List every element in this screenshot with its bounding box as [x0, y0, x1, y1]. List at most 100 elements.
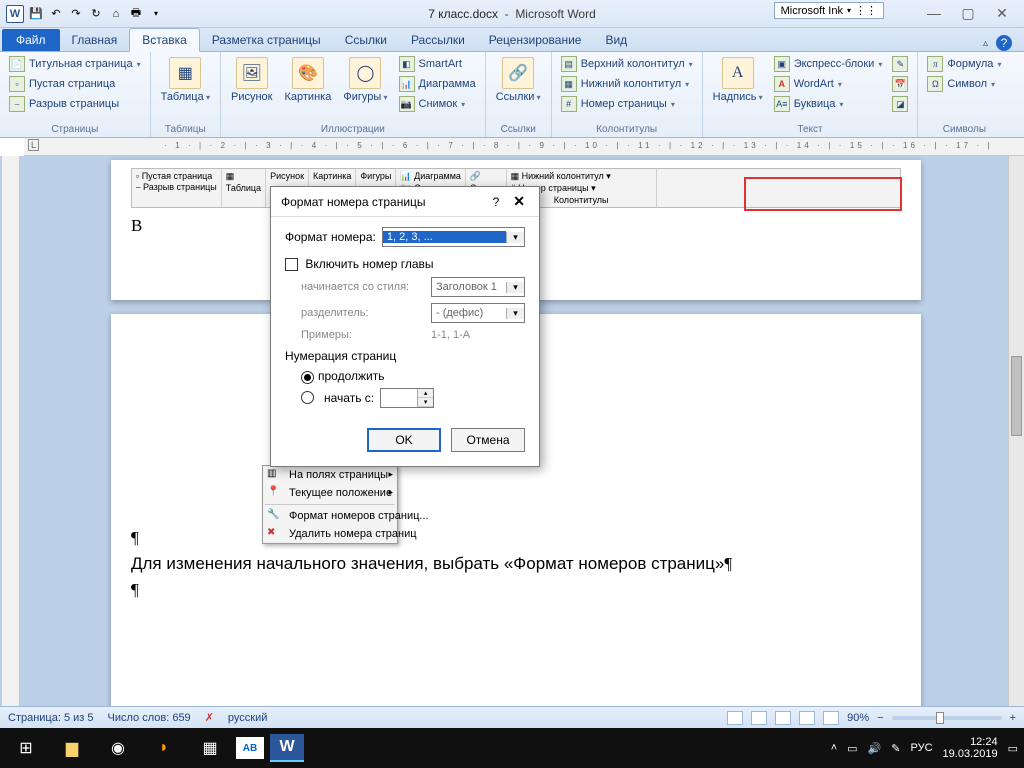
zoom-in-icon[interactable]: +	[1010, 712, 1016, 724]
dialog-title: Формат номера страницы	[281, 195, 426, 209]
tray-chevron-icon[interactable]: ˄	[831, 742, 837, 754]
vertical-ruler[interactable]	[2, 156, 20, 728]
status-word-count[interactable]: Число слов: 659	[108, 712, 191, 724]
dropcap-button[interactable]: A≡Буквица	[771, 95, 886, 113]
blank-page-button[interactable]: ▫Пустая страница	[6, 75, 144, 93]
view-fullscreen-icon[interactable]	[751, 711, 767, 725]
page-number-button[interactable]: #Номер страницы	[558, 95, 696, 113]
taskbar-app2-icon[interactable]: АВ	[236, 737, 264, 759]
wordart-button[interactable]: AWordArt	[771, 75, 886, 93]
horizontal-ruler[interactable]: L · 1 · | · 2 · | · 3 · | · 4 · | · 5 · …	[24, 138, 1024, 156]
microsoft-ink-button[interactable]: Microsoft Ink▾⋮⋮	[774, 2, 884, 19]
refresh-icon[interactable]: ↻	[88, 6, 104, 22]
start-button[interactable]: ⊞	[6, 732, 46, 764]
ctx-current-position[interactable]: 📍Текущее положение	[263, 484, 397, 502]
group-headerfooter: ▤Верхний колонтитул ▦Нижний колонтитул #…	[552, 52, 703, 137]
ctx-remove-page-numbers[interactable]: ✖Удалить номера страниц	[263, 525, 397, 543]
zoom-out-icon[interactable]: −	[877, 712, 883, 724]
vertical-scrollbar[interactable]	[1008, 156, 1024, 728]
minimize-icon[interactable]: —	[924, 5, 944, 22]
ok-button[interactable]: OK	[367, 428, 441, 452]
home-icon[interactable]: ⌂	[108, 6, 124, 22]
taskbar-clock[interactable]: 12:2419.03.2019	[943, 736, 998, 760]
tab-file[interactable]: Файл	[2, 29, 60, 51]
window-controls: — ▢ ✕	[924, 5, 1024, 22]
qat-more-icon[interactable]: ▾	[148, 6, 164, 22]
tray-network-icon[interactable]: ▭	[847, 742, 857, 755]
windows-taskbar: ⊞ ▆ ◉ ◗ ▦ АВ W ˄ ▭ 🔊 ✎ РУС 12:2419.03.20…	[0, 728, 1024, 768]
dialog-help-icon[interactable]: ?	[493, 195, 500, 209]
tab-home[interactable]: Главная	[60, 29, 130, 51]
number-format-combo[interactable]: 1, 2, 3, ...▾	[382, 227, 525, 247]
chart-button[interactable]: 📊Диаграмма	[396, 75, 479, 93]
zoom-slider[interactable]	[892, 716, 1002, 720]
start-at-radio[interactable]	[301, 391, 314, 404]
tab-insert[interactable]: Вставка	[129, 28, 200, 52]
system-tray[interactable]: ˄ ▭ 🔊 ✎ РУС 12:2419.03.2019 ▭	[831, 736, 1018, 760]
tab-review[interactable]: Рецензирование	[477, 29, 594, 51]
numbering-group-label: Нумерация страниц	[285, 349, 525, 363]
close-icon[interactable]: ✕	[992, 5, 1012, 22]
footer-button[interactable]: ▦Нижний колонтитул	[558, 75, 696, 93]
dialog-close-icon[interactable]: ✕	[509, 193, 529, 210]
redo-icon[interactable]: ↷	[68, 6, 84, 22]
title-page-button[interactable]: 📄Титульная страница	[6, 55, 144, 73]
print-icon[interactable]: 🖶	[128, 6, 144, 22]
tray-volume-icon[interactable]: 🔊	[868, 742, 882, 755]
start-at-spinner[interactable]: ▴▾	[380, 388, 434, 408]
tab-view[interactable]: Вид	[593, 29, 639, 51]
taskbar-calc-icon[interactable]: ▦	[190, 732, 230, 764]
help-icon[interactable]: ?	[996, 35, 1012, 51]
taskbar-explorer-icon[interactable]: ▆	[52, 732, 92, 764]
continue-radio[interactable]	[301, 371, 314, 384]
status-page[interactable]: Страница: 5 из 5	[8, 712, 94, 724]
tab-selector[interactable]: L	[28, 139, 39, 151]
textbox-button[interactable]: AНадпись	[709, 55, 767, 105]
tab-references[interactable]: Ссылки	[333, 29, 399, 51]
cancel-button[interactable]: Отмена	[451, 428, 525, 452]
minimize-ribbon-icon[interactable]: ▵	[983, 38, 988, 49]
ctx-page-margins[interactable]: ▥На полях страницы	[263, 466, 397, 484]
object-icon[interactable]: ◪	[889, 95, 911, 113]
page-number-format-dialog: Формат номера страницы ? ✕ Формат номера…	[270, 186, 540, 467]
header-button[interactable]: ▤Верхний колонтитул	[558, 55, 696, 73]
view-outline-icon[interactable]	[799, 711, 815, 725]
status-language[interactable]: русский	[228, 712, 267, 724]
maximize-icon[interactable]: ▢	[958, 5, 978, 22]
include-chapter-label: Включить номер главы	[305, 257, 433, 271]
tray-notifications-icon[interactable]: ▭	[1008, 742, 1018, 755]
group-illustrations: 🖼Рисунок 🎨Картинка ◯Фигуры ◧SmartArt 📊Ди…	[221, 52, 486, 137]
shapes-button[interactable]: ◯Фигуры	[339, 55, 391, 105]
taskbar-word-icon[interactable]: W	[270, 734, 304, 762]
include-chapter-checkbox[interactable]	[285, 258, 298, 271]
taskbar-app1-icon[interactable]: ◗	[144, 732, 184, 764]
picture-button[interactable]: 🖼Рисунок	[227, 55, 277, 105]
view-print-layout-icon[interactable]	[727, 711, 743, 725]
clipart-button[interactable]: 🎨Картинка	[280, 55, 335, 105]
quickparts-button[interactable]: ▣Экспресс-блоки	[771, 55, 886, 73]
datetime-icon[interactable]: 📅	[889, 75, 911, 93]
document-paragraph-mark-2: ¶	[131, 580, 901, 600]
symbol-button[interactable]: ΩСимвол	[924, 75, 1004, 93]
view-web-icon[interactable]	[775, 711, 791, 725]
tray-language[interactable]: РУС	[911, 742, 933, 754]
save-icon[interactable]: 💾	[28, 6, 44, 22]
taskbar-chrome-icon[interactable]: ◉	[98, 732, 138, 764]
signature-icon[interactable]: ✎	[889, 55, 911, 73]
tray-input-icon[interactable]: ✎	[891, 742, 900, 755]
table-button[interactable]: ▦Таблица	[157, 55, 214, 105]
status-proofing-icon[interactable]: ✗	[205, 711, 214, 724]
page-break-button[interactable]: ⎯Разрыв страницы	[6, 95, 144, 113]
equation-button[interactable]: πФормула	[924, 55, 1004, 73]
view-draft-icon[interactable]	[823, 711, 839, 725]
scrollbar-thumb[interactable]	[1011, 356, 1022, 436]
ctx-format-page-numbers[interactable]: 🔧Формат номеров страниц...	[263, 507, 397, 525]
screenshot-button[interactable]: 📷Снимок	[396, 95, 479, 113]
dialog-titlebar[interactable]: Формат номера страницы ? ✕	[271, 187, 539, 217]
tab-layout[interactable]: Разметка страницы	[200, 29, 333, 51]
tab-mailings[interactable]: Рассылки	[399, 29, 477, 51]
undo-icon[interactable]: ↶	[48, 6, 64, 22]
links-button[interactable]: 🔗Ссылки	[492, 55, 545, 105]
smartart-button[interactable]: ◧SmartArt	[396, 55, 479, 73]
zoom-level[interactable]: 90%	[847, 712, 869, 724]
